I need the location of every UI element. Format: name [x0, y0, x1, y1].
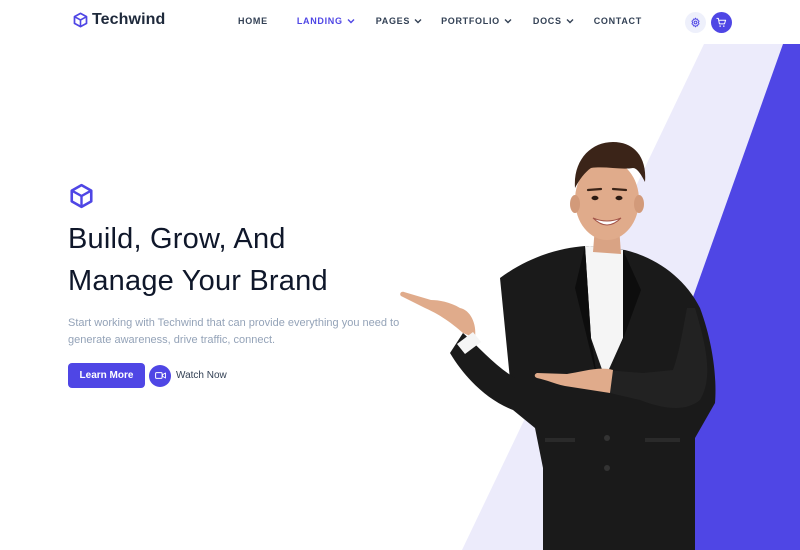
logo[interactable]: Techwind: [72, 11, 165, 29]
chevron-down-icon: [347, 18, 355, 24]
nav-docs-label: DOCS: [532, 16, 562, 26]
logo-icon: [73, 12, 88, 28]
nav-docs[interactable]: DOCS: [533, 16, 574, 26]
chevron-down-icon: [566, 18, 574, 24]
shopping-cart-icon: [716, 17, 727, 27]
hero-person-image: [400, 142, 716, 550]
nav-home-label: HOME: [238, 16, 268, 26]
chevron-down-icon: [414, 18, 422, 24]
watch-now-label: Watch Now: [176, 370, 227, 381]
hero-title: Build, Grow, And Manage Your Brand: [68, 218, 328, 302]
learn-more-button[interactable]: Learn More: [68, 363, 145, 388]
hero-actions: Learn More Watch Now: [68, 363, 227, 388]
logo-text: Techwind: [92, 11, 166, 28]
hero-brand-icon: [68, 183, 95, 214]
hero-description: Start working with Techwind that can pro…: [68, 317, 400, 346]
nav-pages[interactable]: PAGES: [376, 16, 422, 26]
hero-title-line-2: Manage Your Brand: [68, 265, 328, 297]
chevron-down-icon: [504, 18, 512, 24]
nav-landing[interactable]: LANDING: [297, 16, 355, 26]
nav-contact[interactable]: CONTACT: [594, 16, 642, 26]
settings-button[interactable]: [685, 12, 706, 33]
navbar: Techwind HOME LANDING PAGES PORTFOLIO DO…: [0, 0, 800, 44]
watch-now-button[interactable]: Watch Now: [149, 364, 227, 387]
video-camera-icon: [149, 364, 171, 387]
nav-pages-label: PAGES: [375, 16, 411, 26]
nav-home[interactable]: HOME: [238, 16, 268, 26]
nav-portfolio[interactable]: PORTFOLIO: [441, 16, 512, 26]
nav-landing-label: LANDING: [296, 16, 343, 26]
nav-contact-label: CONTACT: [593, 16, 642, 26]
cart-button[interactable]: [711, 12, 732, 33]
gear-icon: [691, 17, 700, 28]
hero-title-line-1: Build, Grow, And: [68, 223, 286, 255]
nav-portfolio-label: PORTFOLIO: [441, 16, 500, 26]
main-nav: HOME LANDING PAGES PORTFOLIO DOCS CONTAC…: [238, 16, 642, 26]
